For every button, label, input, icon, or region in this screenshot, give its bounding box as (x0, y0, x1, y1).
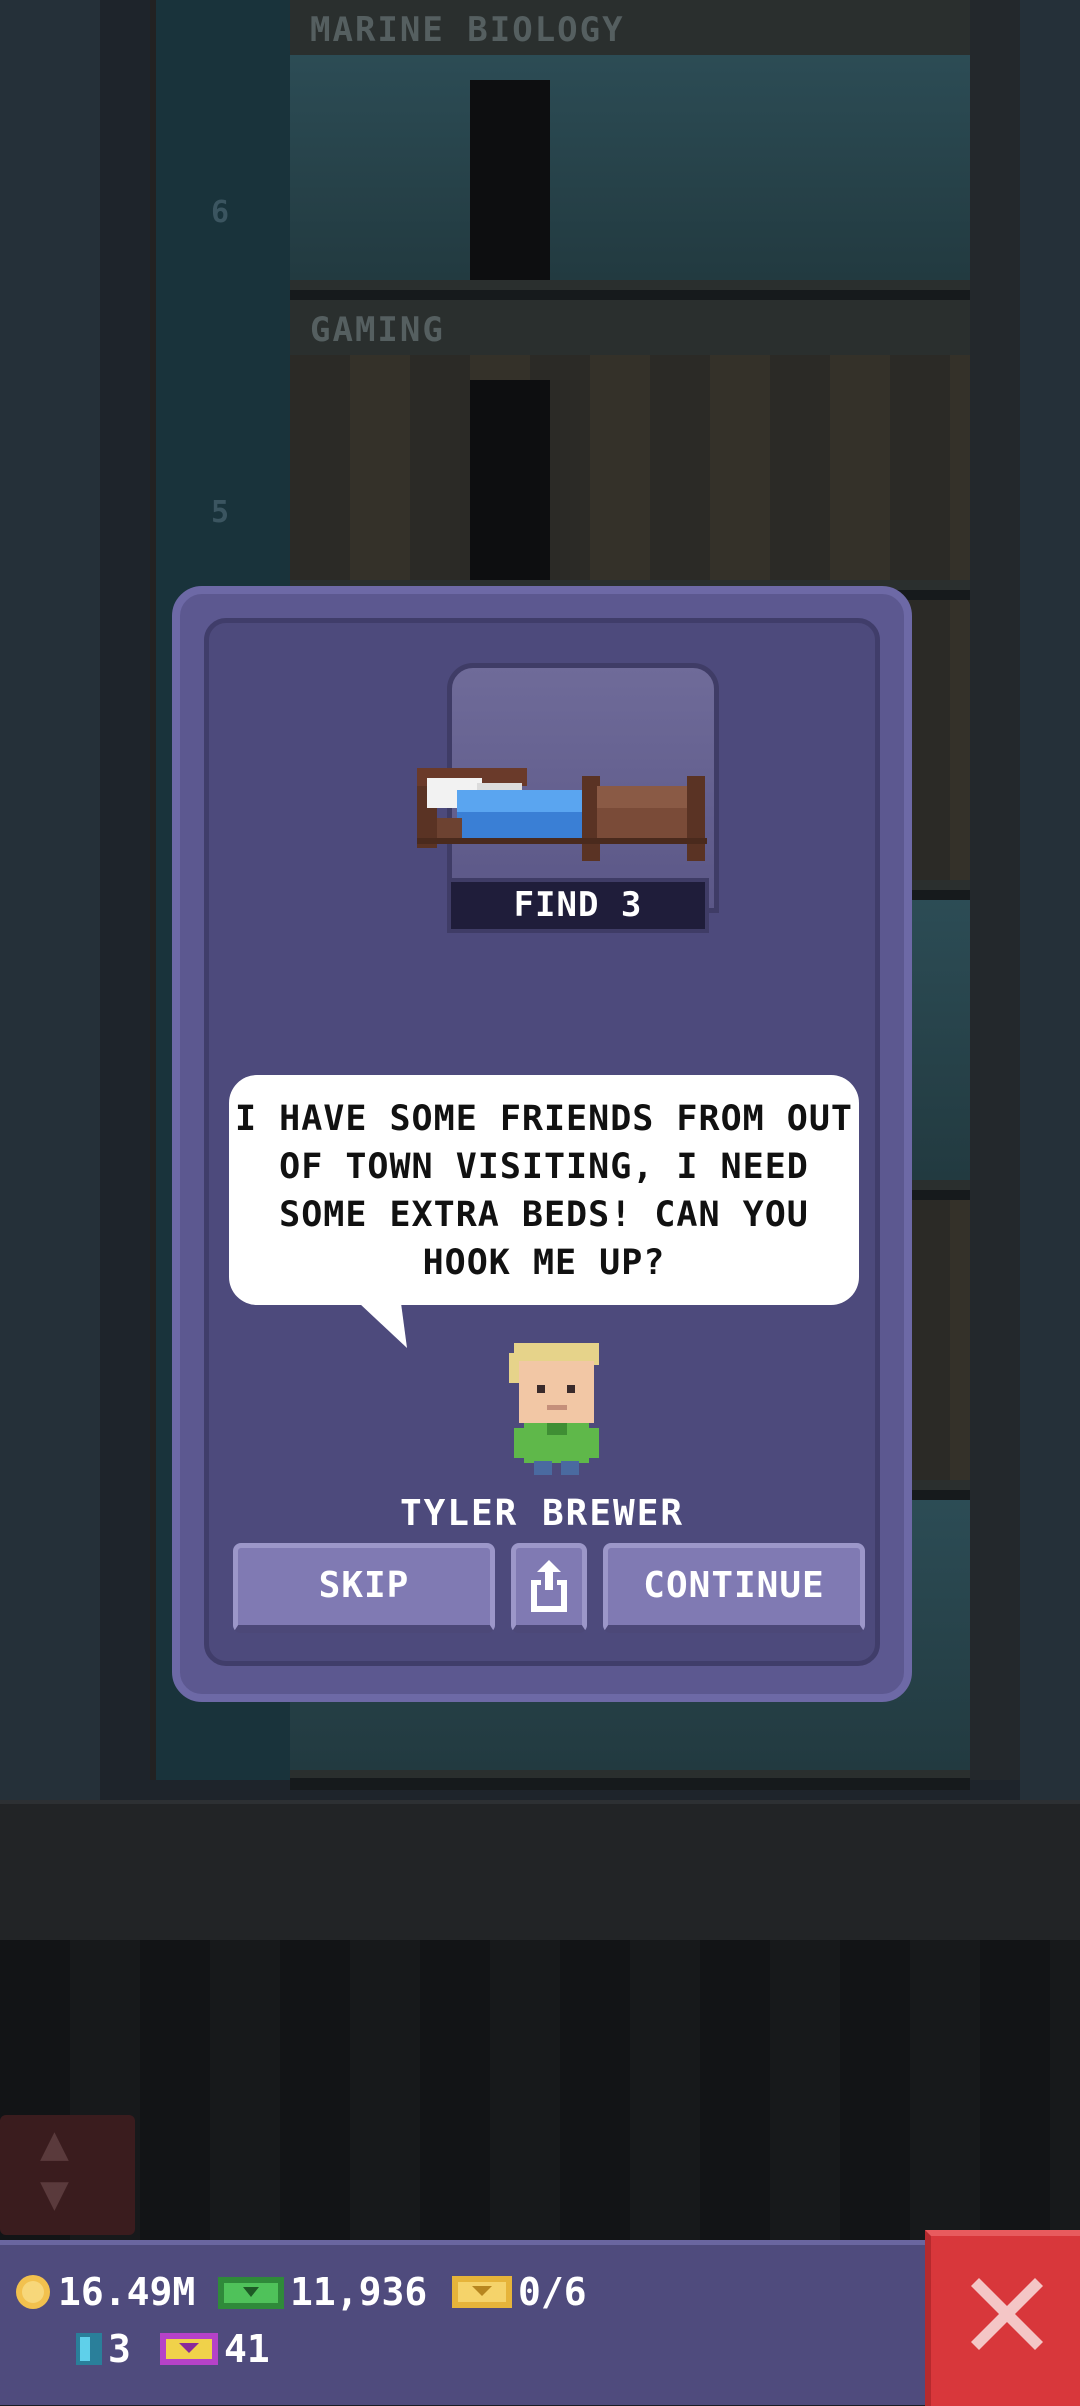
tower-rail (970, 0, 1020, 1780)
mission-dialog: FIND 3 I HAVE SOME FRIENDS FROM OUT OF T… (172, 586, 912, 1702)
floor-label: GAMING (310, 310, 445, 350)
ticket-icon (452, 2276, 512, 2308)
tickets-stat[interactable]: 0/6 (452, 2270, 587, 2314)
gem-icon (76, 2333, 102, 2365)
skip-button-label: SKIP (318, 1565, 410, 1606)
bux-stat[interactable]: 11,936 (218, 2270, 427, 2314)
floor-gaming[interactable]: GAMING (290, 300, 970, 602)
gems-value: 3 (108, 2327, 131, 2371)
golden-ticket-icon (160, 2333, 218, 2365)
character-avatar (509, 1343, 599, 1475)
street (0, 1800, 1080, 1944)
tickets-value: 0/6 (518, 2270, 587, 2314)
continue-button-label: CONTINUE (643, 1565, 825, 1606)
bux-icon (218, 2277, 284, 2309)
floor-number: 6 (210, 195, 230, 230)
floor-room (290, 355, 970, 580)
floor-marine-biology[interactable]: MARINE BIOLOGY (290, 0, 970, 302)
continue-button[interactable]: CONTINUE (603, 1543, 865, 1633)
door (470, 80, 550, 280)
floor-room (290, 55, 970, 280)
share-icon (531, 1560, 567, 1612)
door (470, 380, 550, 580)
skip-button[interactable]: SKIP (233, 1543, 495, 1633)
mission-message: I HAVE SOME FRIENDS FROM OUT OF TOWN VIS… (234, 1099, 853, 1283)
elevator-button[interactable]: ▲ ▼ (0, 2115, 135, 2235)
underground (0, 1940, 1080, 2240)
floor-label: MARINE BIOLOGY (310, 10, 625, 50)
floor-number: 5 (210, 495, 230, 530)
coin-icon (16, 2275, 50, 2309)
find-count-label: FIND 3 (447, 878, 709, 933)
coins-stat[interactable]: 16.49M (14, 2270, 195, 2314)
dialog-panel: FIND 3 I HAVE SOME FRIENDS FROM OUT OF T… (204, 618, 880, 1666)
character-name: TYLER BREWER (399, 1493, 685, 1534)
close-icon (971, 2278, 1043, 2350)
chevron-up-icon: ▲ (40, 2115, 69, 2171)
coins-value: 16.49M (58, 2270, 196, 2314)
golden-tickets-value: 41 (224, 2327, 270, 2371)
bux-value: 11,936 (290, 2270, 428, 2314)
share-button[interactable] (511, 1543, 587, 1633)
close-button[interactable] (925, 2230, 1080, 2406)
golden-tickets-stat[interactable]: 41 (160, 2327, 270, 2371)
bed-icon (417, 768, 707, 861)
gems-stat[interactable]: 3 (76, 2327, 131, 2371)
speech-bubble-tail (359, 1303, 407, 1348)
currency-bar: 16.49M 11,936 0/6 3 41 (0, 2240, 925, 2405)
chevron-down-icon: ▼ (40, 2165, 69, 2221)
speech-bubble: I HAVE SOME FRIENDS FROM OUT OF TOWN VIS… (229, 1075, 859, 1305)
